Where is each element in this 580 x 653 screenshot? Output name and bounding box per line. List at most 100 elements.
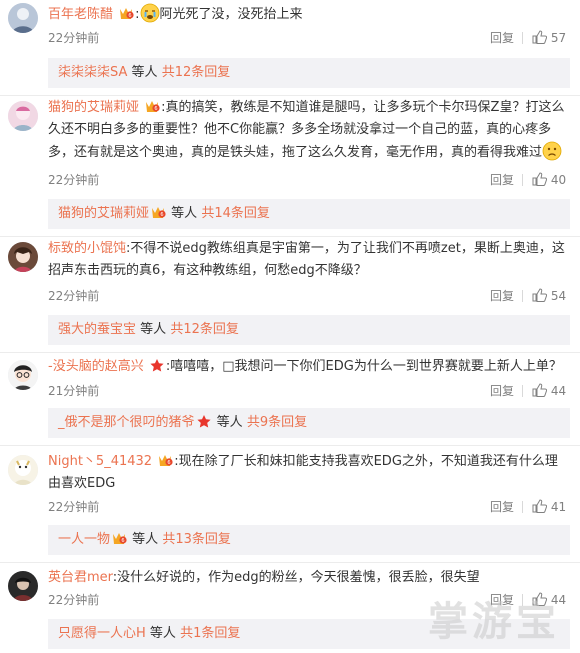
like-button[interactable]: 41 xyxy=(532,497,566,517)
divider xyxy=(0,352,580,353)
others-label: 等人 xyxy=(216,415,243,430)
others-label: 等人 xyxy=(140,322,167,337)
reply-count-link[interactable]: 共12条回复 xyxy=(170,322,239,337)
divider xyxy=(522,385,523,397)
comment-meta: 22分钟前 回复 54 xyxy=(48,286,570,306)
star-badge-icon xyxy=(196,414,212,428)
comment-meta: 21分钟前 回复 44 xyxy=(48,381,570,401)
like-button[interactable]: 40 xyxy=(532,170,566,190)
avatar[interactable] xyxy=(8,3,38,33)
svg-text:6: 6 xyxy=(168,460,171,466)
sad-emoji-icon xyxy=(542,141,562,161)
like-thumb-icon xyxy=(532,288,548,302)
comment-text: 嘻嘻嘻，□我想问一下你们EDG为什么一到世界赛就要上新人上单？ xyxy=(170,359,562,374)
comment-username[interactable]: 百年老陈醋 xyxy=(48,7,113,22)
vip-badge-icon: 6 xyxy=(118,6,134,20)
reply-username[interactable]: 柒柒柒柒SA xyxy=(58,65,127,80)
divider xyxy=(522,174,523,186)
comment-time: 22分钟前 xyxy=(48,289,100,303)
comment-meta: 22分钟前 回复 41 xyxy=(48,497,570,517)
reply-username[interactable]: 一人一物 xyxy=(58,532,110,547)
comment-meta: 22分钟前 回复 40 xyxy=(48,170,570,190)
comment-username[interactable]: 猫狗的艾瑞莉娅 xyxy=(48,100,139,115)
vip-badge-icon: 6 xyxy=(150,205,166,219)
svg-text:6: 6 xyxy=(155,106,158,112)
svg-text:6: 6 xyxy=(121,538,124,544)
like-count: 57 xyxy=(550,31,567,45)
comment-body: 百年老陈醋 6: 阿光死了没，没死抬上来 xyxy=(48,3,570,26)
like-button[interactable]: 44 xyxy=(532,381,566,401)
comment-body: -没头脑的赵高兴 :嘻嘻嘻，□我想问一下你们EDG为什么一到世界赛就要上新人上单… xyxy=(48,358,562,374)
reply-username[interactable]: 只愿得一人心H xyxy=(58,626,146,641)
reply-summary[interactable]: 猫狗的艾瑞莉娅 6 等人 共14条回复 xyxy=(48,199,570,229)
reply-summary[interactable]: 强大的蚕宝宝 等人 共12条回复 xyxy=(48,315,570,345)
avatar[interactable] xyxy=(8,571,38,601)
others-label: 等人 xyxy=(132,532,159,547)
others-label: 等人 xyxy=(131,65,158,80)
comment-username[interactable]: -没头脑的赵高兴 xyxy=(48,359,144,374)
others-label: 等人 xyxy=(149,626,176,641)
like-thumb-icon xyxy=(532,30,548,44)
like-count: 44 xyxy=(550,384,567,398)
vip-badge-icon: 6 xyxy=(111,531,127,545)
reply-username[interactable]: 强大的蚕宝宝 xyxy=(58,322,136,337)
reply-button[interactable]: 回复 xyxy=(490,497,514,517)
comment-text: 阿光死了没，没死抬上来 xyxy=(159,7,303,22)
comment-username[interactable]: 标致的小馄饨 xyxy=(48,241,126,256)
reply-count-link[interactable]: 共9条回复 xyxy=(247,415,307,430)
reply-username[interactable]: _俄不是那个很叼的猪爷 xyxy=(58,415,195,430)
divider xyxy=(522,501,523,513)
like-button[interactable]: 54 xyxy=(532,286,566,306)
reply-count-link[interactable]: 共13条回复 xyxy=(162,532,231,547)
comment-username[interactable]: Night丶5_41432 xyxy=(48,454,152,469)
comment-time: 21分钟前 xyxy=(48,384,100,398)
comment-body: Night丶5_41432 6:现在除了厂长和妹扣能支持我喜欢EDG之外，不知道… xyxy=(48,453,558,491)
comment-time: 22分钟前 xyxy=(48,593,100,607)
divider xyxy=(0,95,580,96)
like-button[interactable]: 57 xyxy=(532,28,566,48)
reply-summary[interactable]: 柒柒柒柒SA 等人 共12条回复 xyxy=(48,58,570,88)
reply-button[interactable]: 回复 xyxy=(490,381,514,401)
reply-button[interactable]: 回复 xyxy=(490,170,514,190)
comment-time: 22分钟前 xyxy=(48,31,100,45)
watermark-logo: 掌游宝 xyxy=(428,599,560,645)
reply-count-link[interactable]: 共14条回复 xyxy=(201,206,270,221)
reply-button[interactable]: 回复 xyxy=(490,286,514,306)
divider xyxy=(0,562,580,563)
comment-meta: 22分钟前 回复 57 xyxy=(48,28,570,48)
reply-summary[interactable]: 一人一物 6 等人 共13条回复 xyxy=(48,525,570,555)
reply-summary[interactable]: _俄不是那个很叼的猪爷 等人 共9条回复 xyxy=(48,408,570,438)
comment-time: 22分钟前 xyxy=(48,173,100,187)
avatar[interactable] xyxy=(8,360,38,390)
like-count: 40 xyxy=(550,173,567,187)
reply-username[interactable]: 猫狗的艾瑞莉娅 xyxy=(58,206,149,221)
avatar[interactable] xyxy=(8,242,38,272)
svg-text:6: 6 xyxy=(129,13,132,19)
comment-text: 不得不说edg教练组真是宇宙第一，为了让我们不再喷zet，果断上奥迪，这招声东击… xyxy=(48,241,565,278)
avatar[interactable] xyxy=(8,455,38,485)
vip-badge-icon: 6 xyxy=(144,99,160,113)
divider xyxy=(0,445,580,446)
divider xyxy=(522,32,523,44)
like-count: 54 xyxy=(550,289,567,303)
like-thumb-icon xyxy=(532,383,548,397)
like-thumb-icon xyxy=(532,172,548,186)
comment-body: 英台君mer:没什么好说的，作为edg的粉丝，今天很羞愧，很丢脸，很失望 xyxy=(48,570,480,585)
reply-count-link[interactable]: 共12条回复 xyxy=(162,65,231,80)
divider xyxy=(522,290,523,302)
comment-time: 22分钟前 xyxy=(48,500,100,514)
reply-count-link[interactable]: 共1条回复 xyxy=(180,626,240,641)
comment-body: 标致的小馄饨:不得不说edg教练组真是宇宙第一，为了让我们不再喷zet，果断上奥… xyxy=(48,241,565,278)
comment-text: 没什么好说的，作为edg的粉丝，今天很羞愧，很丢脸，很失望 xyxy=(117,570,480,585)
comment-body: 猫狗的艾瑞莉娅 6:真的搞笑，教练是不知道谁是腿吗，让多多玩个卡尔玛保Z皇？打这… xyxy=(48,99,565,161)
like-count: 41 xyxy=(550,500,567,514)
vip-badge-icon: 6 xyxy=(157,453,173,467)
comment-username[interactable]: 英台君mer xyxy=(48,570,113,585)
star-badge-icon xyxy=(149,358,165,372)
svg-text:6: 6 xyxy=(160,212,163,218)
like-thumb-icon xyxy=(532,499,548,513)
avatar[interactable] xyxy=(8,101,38,131)
reply-button[interactable]: 回复 xyxy=(490,28,514,48)
divider xyxy=(0,236,580,237)
comment-feed: 百年老陈醋 6: 阿光死了没，没死抬上来 22分钟前 回复 57 柒柒柒柒SA 等… xyxy=(0,0,580,653)
